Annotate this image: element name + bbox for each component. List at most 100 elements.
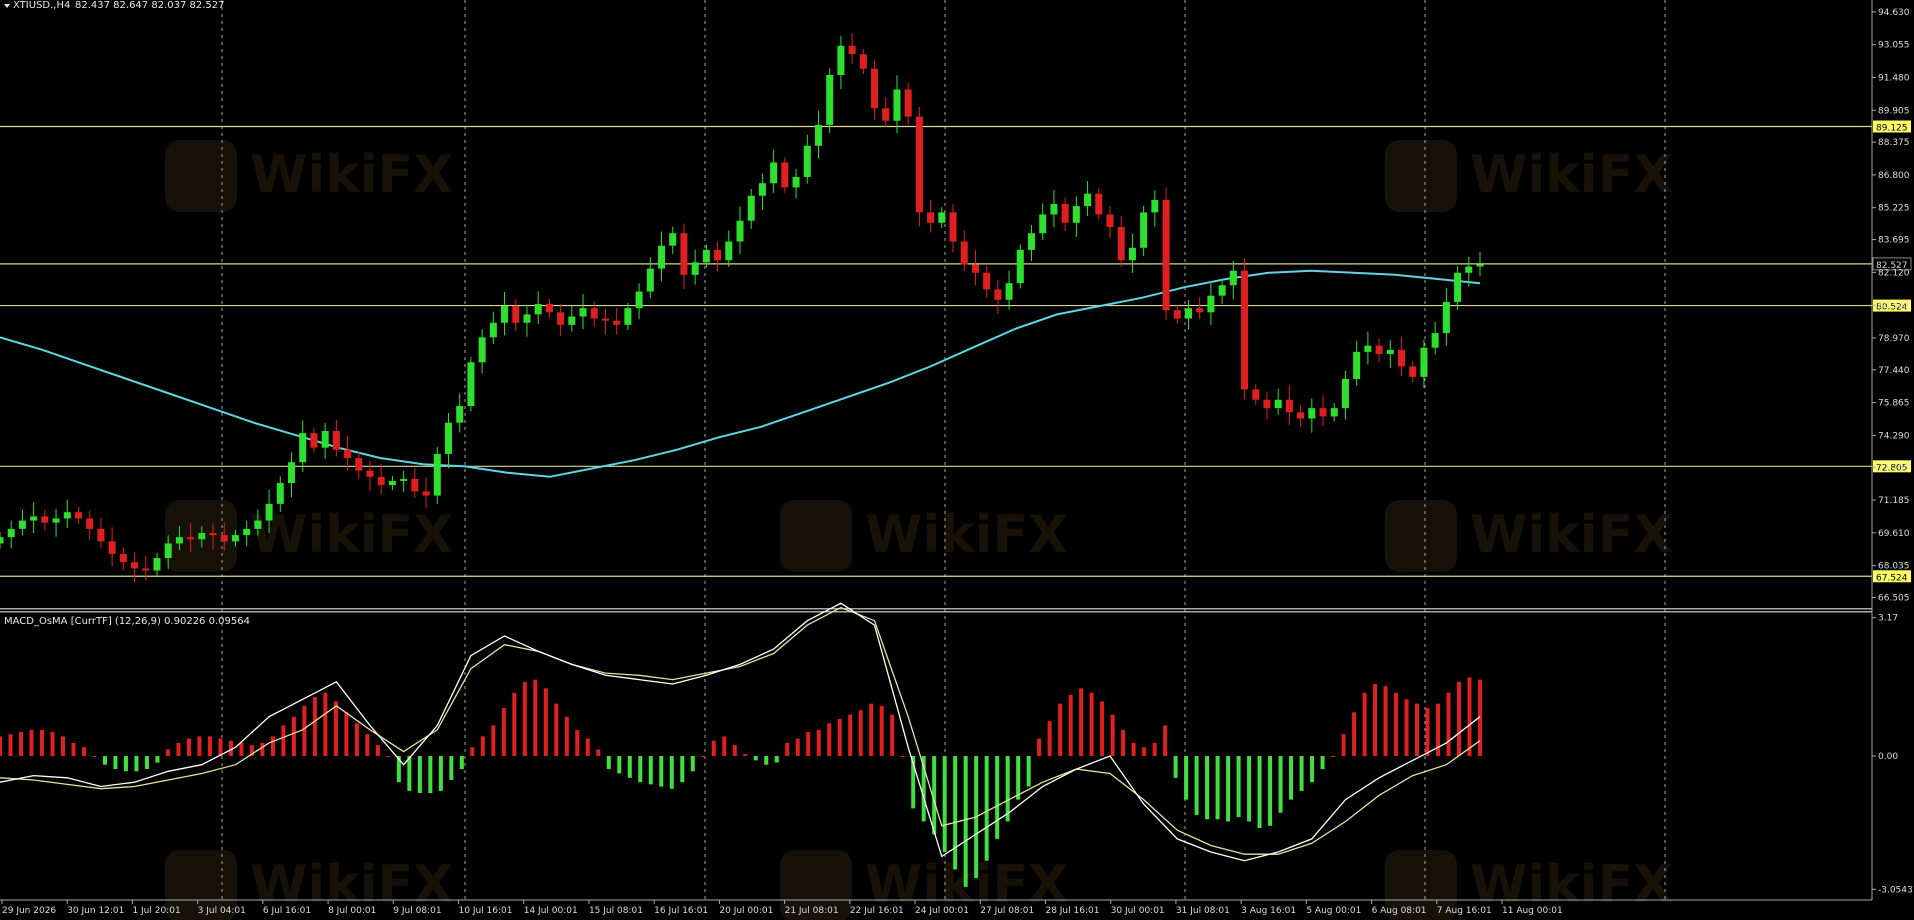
candle-body <box>400 478 408 481</box>
candle-body <box>680 233 688 275</box>
macd-histogram-bar <box>1079 688 1084 756</box>
candle-body <box>344 449 352 459</box>
macd-histogram-bar <box>984 756 989 861</box>
macd-histogram-bar <box>1152 742 1157 756</box>
candle-body <box>635 291 643 309</box>
candle-body <box>848 45 856 55</box>
candle-body <box>1263 399 1271 409</box>
macd-histogram-bar <box>291 716 296 756</box>
macd-histogram-bar <box>627 756 632 778</box>
candle-body <box>1241 270 1249 390</box>
candle-body <box>523 314 531 323</box>
macd-histogram-bar <box>344 712 349 756</box>
candle-body <box>501 306 509 323</box>
candle-body <box>243 528 251 536</box>
price-tick-label: 93.055 <box>1878 41 1910 51</box>
macd-histogram-bar <box>1278 756 1283 813</box>
candle-body <box>557 312 565 325</box>
candle-body <box>1084 193 1092 207</box>
candle-body <box>164 543 172 559</box>
macd-histogram-bar <box>1205 756 1210 820</box>
candle-body <box>444 422 452 454</box>
macd-histogram-bar <box>1236 756 1241 818</box>
macd-histogram-bar <box>1425 708 1430 756</box>
macd-histogram-bar <box>1289 756 1294 800</box>
macd-histogram-bar <box>375 745 380 756</box>
macd-histogram-bar <box>1194 756 1199 815</box>
time-tick-label: 5 Aug 00:01 <box>1306 906 1361 916</box>
candle-body <box>1117 226 1125 261</box>
macd-histogram-bar <box>1373 684 1378 756</box>
macd-histogram-bar <box>60 736 65 756</box>
macd-histogram-bar <box>81 747 86 756</box>
candle-body <box>489 322 497 338</box>
macd-histogram-bar <box>1404 699 1409 756</box>
candle-body <box>915 116 923 213</box>
price-tick-label: 82.120 <box>1878 268 1910 278</box>
macd-histogram-bar <box>1320 756 1325 770</box>
macd-histogram-bar <box>690 756 695 772</box>
candle-body <box>960 241 968 265</box>
dropdown-icon[interactable] <box>4 4 10 8</box>
candle-body <box>1106 214 1114 227</box>
watermark-logo <box>780 500 852 572</box>
candle-body <box>736 220 744 242</box>
macd-histogram-bar <box>1110 714 1115 756</box>
time-tick-label: 6 Jul 16:01 <box>263 906 311 916</box>
macd-tick-label: -3.05431 <box>1878 885 1914 895</box>
price-tick-label: 74.290 <box>1878 431 1910 441</box>
candle-body <box>702 249 710 263</box>
candle-body <box>1308 408 1316 419</box>
candle-body <box>366 470 374 477</box>
candle-body <box>983 272 991 290</box>
level-label: 67.524 <box>1876 573 1908 583</box>
candle-body <box>590 308 598 319</box>
macd-histogram-bar <box>207 736 212 756</box>
time-tick-label: 11 Aug 00:01 <box>1502 906 1563 916</box>
candle-body <box>1454 272 1462 302</box>
candle-body <box>1409 366 1417 377</box>
candle-body <box>299 433 307 463</box>
candle-body <box>1016 249 1024 284</box>
candle-body <box>949 212 957 242</box>
candle-body <box>1274 399 1282 409</box>
candle-body <box>803 145 811 177</box>
candle-body <box>725 241 733 261</box>
macd-histogram-bar <box>113 756 118 770</box>
candle-body <box>1330 408 1338 417</box>
candle-body <box>747 195 755 221</box>
price-chart[interactable]: WikiFX WikiFXWikiFX WikiFX WikiFXWikiFX Wiki… <box>0 0 1914 920</box>
time-tick-label: 8 Jul 00:01 <box>328 906 376 916</box>
macd-histogram-bar <box>1005 756 1010 822</box>
candle-body <box>231 535 239 542</box>
macd-histogram-bar <box>806 732 811 756</box>
watermark-text: WikiFX <box>1470 145 1673 205</box>
time-tick-label: 15 Jul 08:01 <box>589 906 643 916</box>
macd-histogram-bar <box>743 753 748 756</box>
macd-histogram-bar <box>407 756 412 791</box>
candle-body <box>355 458 363 471</box>
candle-body <box>1173 310 1181 319</box>
macd-histogram-bar <box>386 756 391 757</box>
level-label: 89.125 <box>1876 123 1908 133</box>
price-tick-label: 72.760 <box>1878 463 1910 473</box>
time-tick-label: 30 Jul 00:01 <box>1111 906 1165 916</box>
macd-histogram-bar <box>333 701 338 756</box>
candle-body <box>1005 283 1013 300</box>
candle-body <box>7 528 15 538</box>
macd-histogram-bar <box>953 756 958 870</box>
time-tick-label: 9 Jul 08:01 <box>393 906 441 916</box>
candle-body <box>1050 204 1058 215</box>
candle-body <box>1140 212 1148 248</box>
macd-histogram-bar <box>1257 756 1262 828</box>
macd-histogram-bar <box>29 729 34 756</box>
candle-body <box>859 54 867 69</box>
candle-body <box>1061 204 1069 223</box>
candle-body <box>0 537 4 544</box>
candle-body <box>658 245 666 269</box>
watermark-layer: WikiFX WikiFXWikiFX WikiFX WikiFXWikiFX Wiki… <box>165 140 1673 920</box>
macd-histogram-bar <box>858 710 863 756</box>
candle-body <box>770 162 778 184</box>
pane-separator-top <box>0 608 1872 610</box>
macd-histogram-bar <box>0 736 2 756</box>
